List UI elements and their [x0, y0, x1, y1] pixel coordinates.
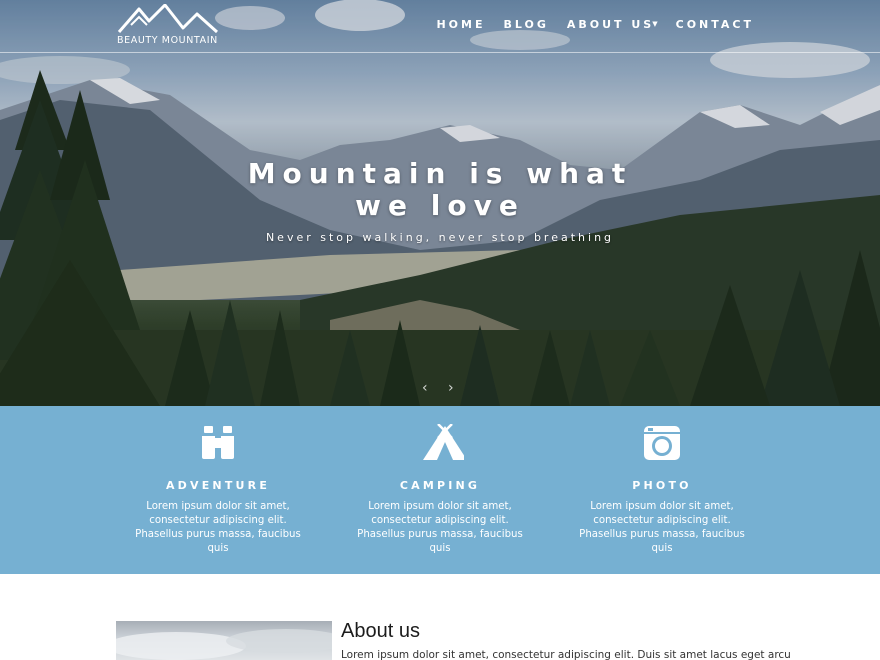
feature-title: CAMPING — [399, 479, 481, 492]
hero-title-line-1: Mountain is what — [247, 157, 633, 190]
binoculars-icon — [202, 426, 234, 459]
hero-title-line-2: we love — [355, 189, 525, 222]
feature-title: PHOTO — [632, 479, 692, 492]
mountain-logo-icon — [117, 4, 219, 34]
about-image-graphic — [116, 629, 332, 660]
nav-item-home[interactable]: HOME — [436, 18, 485, 31]
features-section: ADVENTURE Lorem ipsum dolor sit amet, co… — [0, 406, 880, 574]
hero-title: Mountain is what we love — [0, 158, 880, 222]
tent-icon — [423, 424, 464, 460]
brand-name: BEAUTY MOUNTAIN — [117, 35, 218, 46]
about-image — [116, 621, 332, 660]
feature-text: Lorem ipsum dolor sit amet, consectetur … — [135, 501, 301, 554]
brand-logo[interactable]: BEAUTY MOUNTAIN — [117, 4, 223, 48]
hero-section: BEAUTY MOUNTAIN HOME BLOG ABOUT US▼ CONT… — [0, 0, 880, 406]
hero-subtitle: Never stop walking, never stop breathing — [265, 231, 615, 244]
chevron-left-icon[interactable]: ‹ — [422, 380, 428, 396]
nav-item-about-us-label: ABOUT US — [566, 18, 655, 31]
feature-title: ADVENTURE — [165, 479, 271, 492]
nav-item-blog[interactable]: BLOG — [503, 18, 548, 31]
top-navigation: BEAUTY MOUNTAIN HOME BLOG ABOUT US▼ CONT… — [0, 0, 880, 53]
chevron-right-icon[interactable]: › — [448, 380, 454, 396]
main-menu: HOME BLOG ABOUT US▼ CONTACT — [436, 18, 754, 31]
feature-text: Lorem ipsum dolor sit amet, consectetur … — [357, 501, 523, 554]
camera-icon — [644, 426, 680, 460]
caret-down-icon: ▼ — [652, 20, 658, 28]
about-title: About us — [341, 620, 420, 642]
about-text: Lorem ipsum dolor sit amet, consectetur … — [341, 649, 791, 660]
feature-text: Lorem ipsum dolor sit amet, consectetur … — [579, 501, 745, 554]
nav-item-contact[interactable]: CONTACT — [676, 18, 754, 31]
nav-item-about-us[interactable]: ABOUT US▼ — [567, 18, 658, 31]
